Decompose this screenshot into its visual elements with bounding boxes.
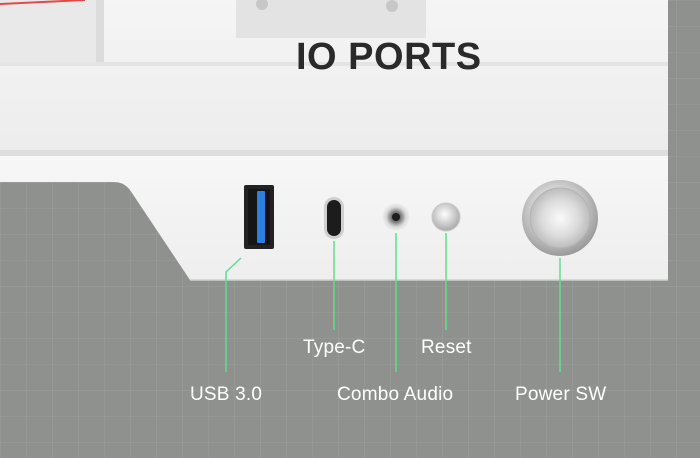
audio-jack-hole [392,213,400,221]
power-switch [529,187,591,249]
label-combo-audio: Combo Audio [337,384,454,405]
label-usb: USB 3.0 [190,384,263,405]
case-pillar [96,0,104,64]
label-type-c: Type-C [303,337,366,358]
product-io-ports-figure: IO PORTS Type-C Reset USB 3.0 Combo Audi… [0,0,700,458]
usb-blue-tongue [257,191,265,243]
label-reset: Reset [421,337,472,358]
page-title: IO PORTS [296,36,482,78]
reset-button [431,202,461,232]
case-edge [0,150,668,156]
case-inner-left [0,0,100,62]
screw-hole [386,0,398,12]
typec-port [327,200,341,236]
label-power-switch: Power SW [515,384,607,405]
